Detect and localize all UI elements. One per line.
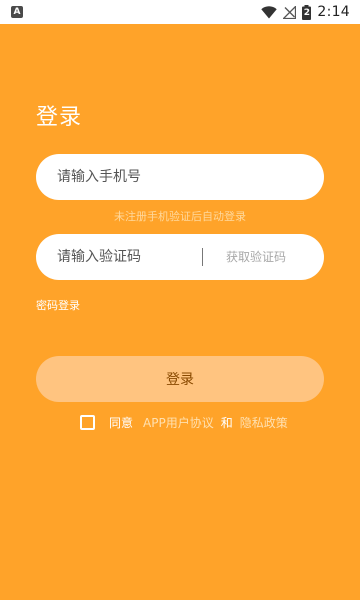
verification-code-input[interactable] <box>57 234 197 280</box>
agree-label: 同意 <box>109 415 134 430</box>
and-label: 和 <box>220 415 233 430</box>
privacy-policy-link[interactable]: 隐私政策 <box>240 414 288 431</box>
agreement-row: 同意 APP用户协议 和 隐私政策 <box>80 412 288 432</box>
field-divider <box>202 248 203 266</box>
battery-icon: 2 <box>302 4 312 20</box>
status-icons: 2 2:14 <box>261 0 350 24</box>
phone-field <box>36 154 324 200</box>
notification-icon: A <box>11 6 23 18</box>
password-login-link[interactable]: 密码登录 <box>36 297 80 313</box>
phone-input[interactable] <box>57 154 307 200</box>
page-title: 登录 <box>36 105 83 130</box>
register-hint: 未注册手机验证后自动登录 <box>114 210 246 223</box>
status-bar: A 2 2:14 <box>0 0 360 24</box>
agree-checkbox[interactable] <box>80 414 95 430</box>
status-time: 2:14 <box>317 4 350 20</box>
code-field: 获取验证码 <box>36 234 324 280</box>
wifi-icon <box>261 5 278 19</box>
get-code-button[interactable]: 获取验证码 <box>226 234 286 280</box>
login-screen: A 2 2:14 登录 请输入手机号 未注册手机验证后自动登录 请输入验证码 获… <box>0 0 360 600</box>
battery-level: 2 <box>303 7 310 18</box>
user-agreement-link[interactable]: APP用户协议 <box>143 414 214 431</box>
no-signal-icon <box>283 5 297 19</box>
login-button[interactable]: 登录 <box>36 356 324 402</box>
